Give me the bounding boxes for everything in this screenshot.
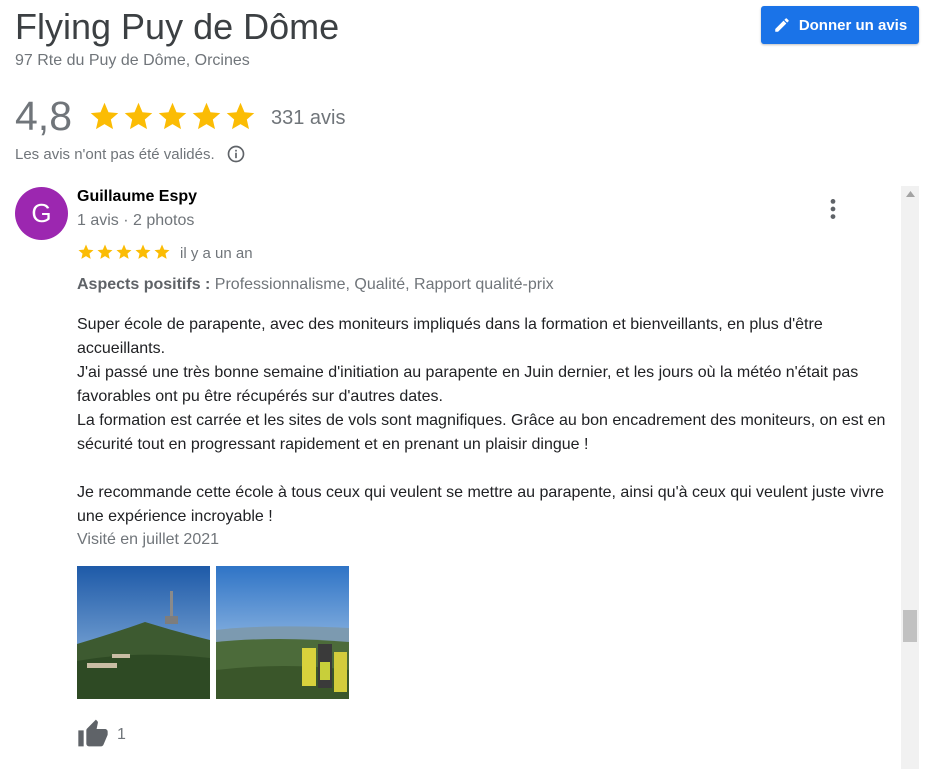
review-text: Super école de parapente, avec des monit… — [77, 313, 887, 529]
star-icon — [124, 102, 153, 129]
validation-notice: Les avis n'ont pas été validés. — [15, 144, 246, 164]
star-icon — [154, 244, 170, 259]
thumbs-up-icon[interactable] — [77, 718, 109, 748]
scroll-thumb[interactable] — [903, 610, 917, 642]
star-icon — [90, 102, 119, 129]
write-review-button[interactable]: Donner un avis — [761, 6, 919, 44]
review-count[interactable]: 331 avis — [271, 107, 346, 130]
review-paragraph: J'ai passé une très bonne semaine d'init… — [77, 364, 859, 405]
paraglider-group-photo — [216, 566, 349, 699]
visit-date: Visité en juillet 2021 — [77, 531, 220, 548]
scroll-up-arrow[interactable] — [901, 186, 919, 202]
star-icon — [226, 102, 255, 129]
star-icon — [158, 102, 187, 129]
scrollbar[interactable] — [901, 186, 919, 769]
summit-antenna-photo — [77, 566, 210, 699]
avatar[interactable]: G — [15, 187, 68, 240]
write-review-label: Donner un avis — [798, 16, 908, 34]
review-paragraph: La formation est carrée et les sites de … — [77, 412, 886, 453]
review-photo-1[interactable] — [77, 566, 210, 699]
more-vert-icon[interactable] — [820, 196, 846, 222]
rating-stars — [88, 100, 257, 133]
star-icon — [78, 244, 94, 259]
pencil-icon — [775, 18, 789, 32]
paragraph-spacer — [77, 457, 887, 481]
review-photo-2[interactable] — [216, 566, 349, 699]
review-paragraph: Super école de parapente, avec des monit… — [77, 316, 823, 357]
like-count: 1 — [117, 726, 126, 743]
star-icon — [116, 244, 132, 259]
star-icon — [135, 244, 151, 259]
rating-value: 4,8 — [15, 93, 72, 139]
aspects-label: Aspects positifs : — [77, 276, 211, 293]
review-date: il y a un an — [180, 245, 253, 262]
positive-aspects: Aspects positifs : Professionnalisme, Qu… — [77, 276, 554, 294]
review-stars — [77, 243, 171, 261]
review-author[interactable]: Guillaume Espy — [77, 188, 197, 206]
place-title: Flying Puy de Dôme — [15, 6, 340, 47]
place-address: 97 Rte du Puy de Dôme, Orcines — [15, 52, 250, 69]
chevron-up-icon — [905, 191, 915, 197]
star-icon — [97, 244, 113, 259]
validation-text: Les avis n'ont pas été validés. — [15, 145, 215, 163]
star-icon — [192, 102, 221, 129]
review-paragraph: Je recommande cette école à tous ceux qu… — [77, 484, 885, 525]
review-author-meta: 1 avis · 2 photos — [77, 212, 195, 229]
rating-summary: 4,8 331 avis — [15, 92, 346, 140]
info-icon[interactable] — [226, 144, 246, 164]
aspects-values: Professionnalisme, Qualité, Rapport qual… — [210, 276, 554, 293]
